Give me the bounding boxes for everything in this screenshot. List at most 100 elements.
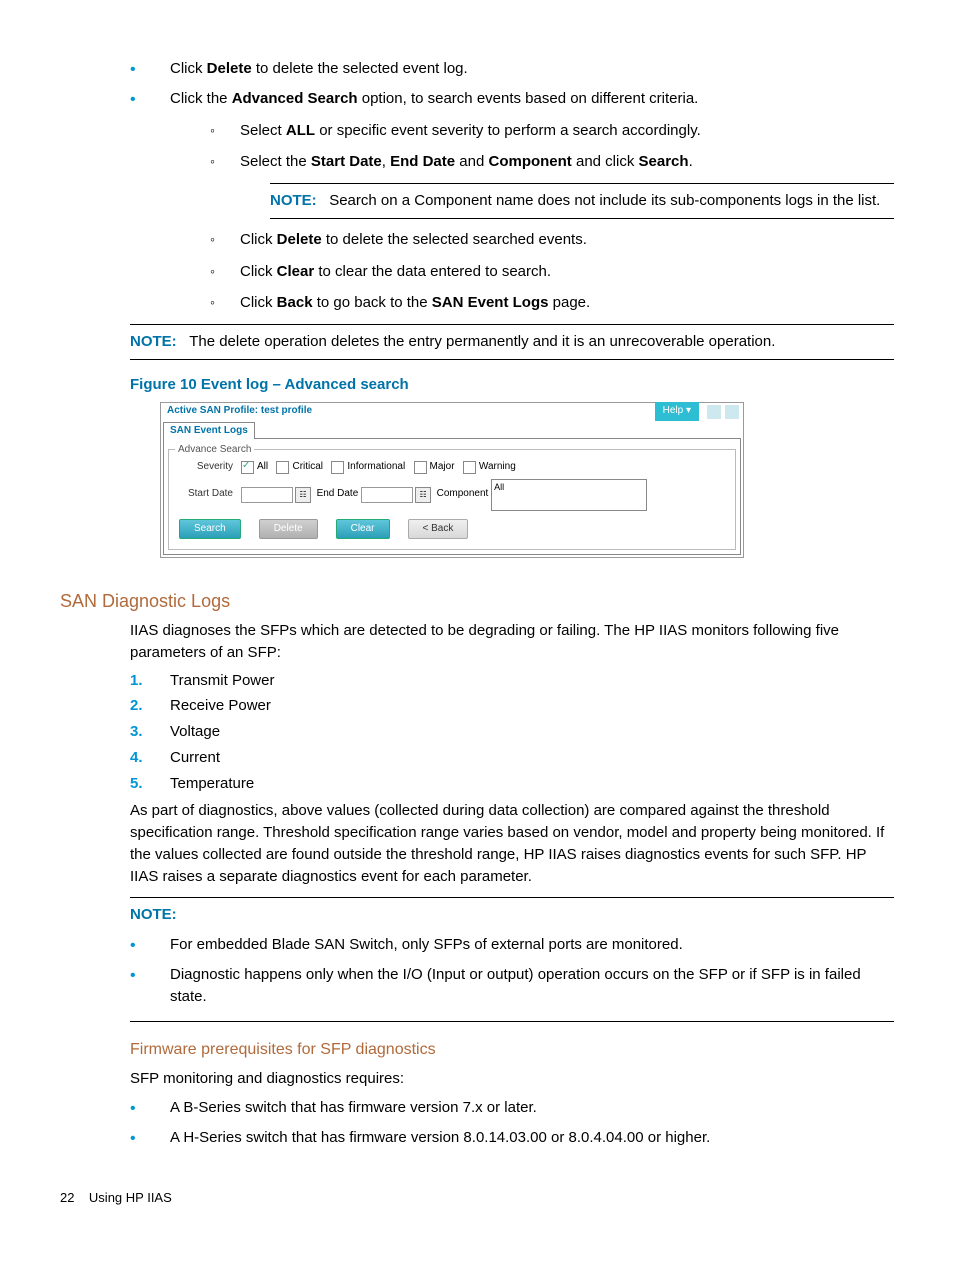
text: to delete the selected searched events.	[322, 231, 587, 248]
note-box: NOTE: The delete operation deletes the e…	[130, 324, 894, 360]
paragraph: As part of diagnostics, above values (co…	[130, 800, 894, 887]
list-item: Click the Advanced Search option, to sea…	[130, 88, 894, 314]
note-box: NOTE: Search on a Component name does no…	[270, 183, 894, 219]
text: .	[689, 153, 693, 170]
checkbox-informational[interactable]	[331, 461, 344, 474]
text: Click	[170, 60, 207, 77]
delete-button[interactable]: Delete	[259, 519, 318, 540]
note-label: NOTE:	[130, 333, 177, 350]
screenshot-figure: Active SAN Profile: test profile Help ▾ …	[160, 402, 744, 559]
list-item: Click Back to go back to the SAN Event L…	[210, 292, 894, 314]
advance-search-fieldset: Advance Search Severity All Critical Inf…	[168, 449, 736, 550]
list-item: Click Delete to delete the selected sear…	[210, 229, 894, 251]
bold: Search	[639, 153, 689, 170]
start-date-input[interactable]	[241, 487, 293, 503]
bold: ALL	[286, 122, 315, 139]
back-button[interactable]: < Back	[408, 519, 469, 540]
checkbox-label: Informational	[347, 460, 405, 475]
text: and	[455, 153, 488, 170]
list-item: Temperature	[130, 773, 894, 795]
checkbox-label: Warning	[479, 460, 516, 475]
checkbox-all[interactable]	[241, 461, 254, 474]
list-item: Diagnostic happens only when the I/O (In…	[130, 964, 894, 1008]
text: Click the	[170, 90, 232, 107]
heading-firmware-prereq: Firmware prerequisites for SFP diagnosti…	[130, 1038, 894, 1061]
start-date-label: Start Date	[173, 487, 233, 502]
severity-row: Severity All Critical Informational Majo…	[173, 460, 731, 475]
list-item: For embedded Blade SAN Switch, only SFPs…	[130, 934, 894, 956]
bold: Component	[488, 153, 571, 170]
text: to clear the data entered to search.	[314, 263, 551, 280]
sub-list: Select ALL or specific event severity to…	[170, 120, 894, 315]
tab-bar: SAN Event Logs	[161, 421, 743, 439]
text: page.	[548, 294, 590, 311]
checkbox-major[interactable]	[414, 461, 427, 474]
text: and click	[572, 153, 639, 170]
note-bullet-list: For embedded Blade SAN Switch, only SFPs…	[130, 934, 894, 1007]
checkbox-label: Major	[430, 460, 455, 475]
text: option, to search events based on differ…	[358, 90, 699, 107]
help-button[interactable]: Help ▾	[655, 402, 699, 421]
bold: SAN Event Logs	[432, 294, 549, 311]
screenshot-body: Advance Search Severity All Critical Inf…	[163, 438, 741, 555]
list-item: Select the Start Date, End Date and Comp…	[210, 151, 894, 219]
fieldset-legend: Advance Search	[175, 443, 254, 458]
screenshot-header: Active SAN Profile: test profile Help ▾	[161, 403, 743, 421]
bold: Back	[277, 294, 313, 311]
clear-button[interactable]: Clear	[336, 519, 390, 540]
text: Select	[240, 122, 286, 139]
list-item: Voltage	[130, 721, 894, 743]
list-item: Click Delete to delete the selected even…	[130, 58, 894, 80]
footer-title: Using HP IIAS	[89, 1190, 172, 1205]
search-button[interactable]: Search	[179, 519, 241, 540]
text: Click	[240, 294, 277, 311]
text: Click	[240, 231, 277, 248]
list-item: Transmit Power	[130, 670, 894, 692]
figure-title: Figure 10 Event log – Advanced search	[130, 374, 894, 396]
bold: Clear	[277, 263, 315, 280]
dates-row: Start Date ☷ End Date ☷ Component All	[173, 479, 731, 511]
note-box: NOTE: For embedded Blade SAN Switch, onl…	[130, 897, 894, 1022]
page-footer: 22 Using HP IIAS	[60, 1189, 894, 1208]
checkbox-warning[interactable]	[463, 461, 476, 474]
bold: End Date	[390, 153, 455, 170]
list-item: Current	[130, 747, 894, 769]
parameter-list: Transmit Power Receive Power Voltage Cur…	[60, 670, 894, 795]
window-control-icon[interactable]	[725, 405, 739, 419]
note-text: Search on a Component name does not incl…	[329, 192, 880, 209]
top-bullet-list: Click Delete to delete the selected even…	[60, 58, 894, 314]
bold: Start Date	[311, 153, 382, 170]
window-control-icon[interactable]	[707, 405, 721, 419]
paragraph: SFP monitoring and diagnostics requires:	[130, 1068, 894, 1090]
active-profile-label: Active SAN Profile: test profile	[163, 404, 655, 419]
list-item: Receive Power	[130, 695, 894, 717]
list-item: A H-Series switch that has firmware vers…	[130, 1127, 894, 1149]
text: Click	[240, 263, 277, 280]
text: or specific event severity to perform a …	[315, 122, 701, 139]
end-date-input[interactable]	[361, 487, 413, 503]
bold: Delete	[207, 60, 252, 77]
calendar-icon[interactable]: ☷	[295, 487, 311, 503]
note-label: NOTE:	[130, 904, 894, 926]
checkbox-label: Critical	[292, 460, 323, 475]
bold: Advanced Search	[232, 90, 358, 107]
text: to go back to the	[313, 294, 432, 311]
button-row: Search Delete Clear < Back	[173, 519, 731, 540]
tab-san-event-logs[interactable]: SAN Event Logs	[163, 422, 255, 440]
text: to delete the selected event log.	[252, 60, 468, 77]
text: Select the	[240, 153, 311, 170]
text: ,	[382, 153, 390, 170]
list-item: A B-Series switch that has firmware vers…	[130, 1097, 894, 1119]
fw-bullet-list: A B-Series switch that has firmware vers…	[60, 1097, 894, 1149]
checkbox-label: All	[257, 460, 268, 475]
end-date-label: End Date	[317, 487, 359, 502]
checkbox-critical[interactable]	[276, 461, 289, 474]
severity-label: Severity	[173, 460, 233, 475]
note-label: NOTE:	[270, 192, 317, 209]
component-select[interactable]: All	[491, 479, 647, 511]
page-number: 22	[60, 1190, 74, 1205]
calendar-icon[interactable]: ☷	[415, 487, 431, 503]
bold: Delete	[277, 231, 322, 248]
list-item: Click Clear to clear the data entered to…	[210, 261, 894, 283]
note-text: The delete operation deletes the entry p…	[189, 333, 775, 350]
